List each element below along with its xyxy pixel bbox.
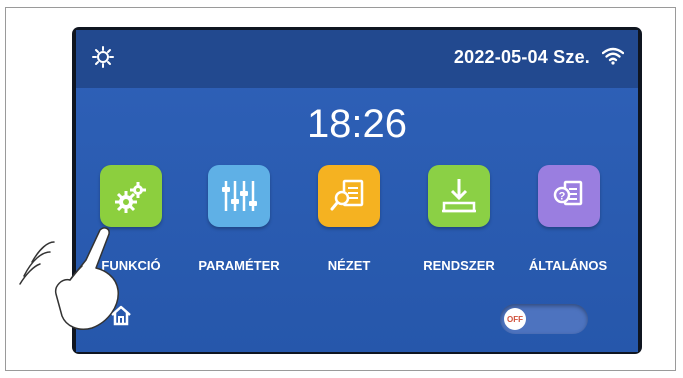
svg-text:?: ? bbox=[559, 191, 566, 203]
status-bar: 2022-05-04 Sze. bbox=[76, 30, 638, 88]
power-toggle[interactable]: OFF bbox=[500, 304, 588, 334]
parameter-button[interactable] bbox=[208, 165, 270, 227]
altalanos-label: ÁLTALÁNOS bbox=[528, 258, 608, 273]
document-search-icon bbox=[330, 179, 364, 211]
toggle-knob: OFF bbox=[504, 308, 526, 330]
sliders-icon bbox=[222, 181, 257, 211]
parameter-label: PARAMÉTER bbox=[198, 258, 280, 273]
rendszer-label: RENDSZER bbox=[423, 258, 495, 273]
date-display: 2022-05-04 Sze. bbox=[453, 47, 590, 67]
toggle-label: OFF bbox=[507, 314, 523, 324]
download-tray-icon bbox=[442, 179, 476, 213]
nezet-button[interactable] bbox=[318, 165, 380, 227]
rendszer-button[interactable] bbox=[428, 165, 490, 227]
document-help-icon: ? bbox=[553, 180, 583, 206]
wifi-icon bbox=[602, 47, 624, 65]
clock-display: 18:26 bbox=[306, 102, 408, 146]
sun-icon[interactable] bbox=[92, 46, 114, 68]
altalanos-button[interactable]: ? bbox=[538, 165, 600, 227]
nezet-label: NÉZET bbox=[327, 258, 371, 273]
pointing-hand-illustration bbox=[19, 227, 119, 330]
